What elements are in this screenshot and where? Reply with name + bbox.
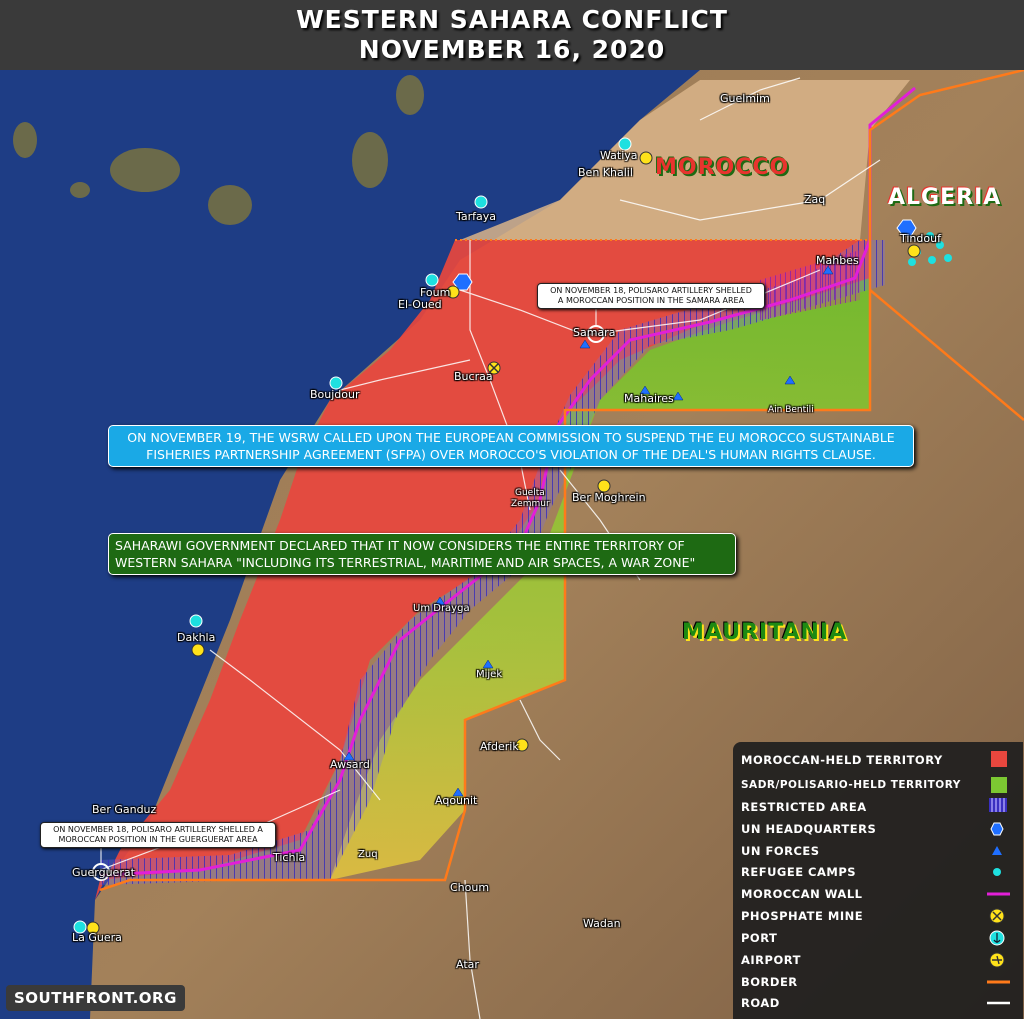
un-forces-icon xyxy=(992,846,1002,855)
callout-text: ON NOVEMBER 18, POLISARO ARTILLERY SHELL… xyxy=(550,286,752,295)
place-label: Guelmim xyxy=(720,92,770,105)
island xyxy=(110,148,180,192)
airport-icon xyxy=(989,952,1005,968)
map-date: NOVEMBER 16, 2020 xyxy=(358,35,666,64)
place-label: Bucraa xyxy=(454,370,493,383)
legend-item-un-hq: UN HEADQUARTERS xyxy=(741,819,1019,839)
border-line-icon xyxy=(987,980,1010,984)
legend-label: MOROCCAN WALL xyxy=(741,887,863,901)
banner-text: ON NOVEMBER 19, THE WSRW CALLED UPON THE… xyxy=(127,430,895,445)
legend-label: AIRPORT xyxy=(741,953,801,967)
map-header: WESTERN SAHARA CONFLICT NOVEMBER 16, 202… xyxy=(0,0,1024,70)
place-label: Tindouf xyxy=(900,232,941,245)
place-label: Tarfaya xyxy=(456,210,497,223)
island xyxy=(208,185,252,225)
island xyxy=(13,122,37,158)
map-title: WESTERN SAHARA CONFLICT xyxy=(296,5,728,34)
legend-item-un-forces: UN FORCES xyxy=(741,841,1019,861)
moroccan-wall-line-icon xyxy=(987,892,1010,896)
place-label: Samara xyxy=(573,326,616,339)
legend-item-road: ROAD xyxy=(741,993,1019,1013)
moroccan-held-swatch-icon xyxy=(991,751,1007,767)
legend-item-border: BORDER xyxy=(741,972,1019,992)
island xyxy=(70,182,90,198)
callout-guerguerat: ON NOVEMBER 18, POLISARO ARTILLERY SHELL… xyxy=(40,822,276,848)
callout-samara: ON NOVEMBER 18, POLISARO ARTILLERY SHELL… xyxy=(537,283,765,309)
place-label: Aqounit xyxy=(435,794,478,807)
legend-label: MOROCCAN-HELD TERRITORY xyxy=(741,753,943,767)
place-label: Choum xyxy=(450,881,490,894)
place-label: Guelta xyxy=(515,488,545,498)
island xyxy=(396,75,424,115)
place-label: Ber Moghrein xyxy=(572,491,646,504)
legend-label: PORT xyxy=(741,931,778,945)
place-label: Guerguerat xyxy=(72,866,135,879)
place-label: La Guera xyxy=(72,931,122,944)
place-label: Wadan xyxy=(583,917,621,930)
callout-text: ON NOVEMBER 18, POLISARO ARTILLERY SHELL… xyxy=(53,825,263,834)
place-label: Zaq xyxy=(804,193,826,206)
place-label: Boujdour xyxy=(310,388,360,401)
restricted-area-swatch-icon xyxy=(989,798,1007,812)
legend-label: UN FORCES xyxy=(741,844,820,858)
banner-text: WESTERN SAHARA "INCLUDING ITS TERRESTRIA… xyxy=(115,555,696,570)
place-label: Afderik xyxy=(480,740,519,753)
place-label: El-Oued xyxy=(398,298,442,311)
callout-text: MOROCCAN POSITION IN THE GUERGUERAT AREA xyxy=(58,835,258,844)
sadr-held-swatch-icon xyxy=(991,777,1007,793)
place-label: Awsard xyxy=(330,758,370,771)
banner-wsrw: ON NOVEMBER 19, THE WSRW CALLED UPON THE… xyxy=(108,425,914,467)
legend-item-port: PORT xyxy=(741,928,1019,948)
legend-item-moroccan-held: MOROCCAN-HELD TERRITORY xyxy=(741,750,1019,770)
place-label: Ben Khalil xyxy=(578,166,633,179)
place-label: Ain Bentili xyxy=(768,405,814,415)
country-label-morocco: MOROCCO xyxy=(655,155,790,180)
southfront-logo[interactable]: SOUTHFRONT.ORG xyxy=(6,985,185,1011)
legend-item-phosphate: PHOSPHATE MINE xyxy=(741,906,1019,926)
legend-label: UN HEADQUARTERS xyxy=(741,822,877,836)
legend-label: ROAD xyxy=(741,996,780,1010)
place-label: Watiya xyxy=(600,149,638,162)
place-label: Atar xyxy=(456,958,479,971)
legend-label: BORDER xyxy=(741,975,798,989)
place-label: Dakhla xyxy=(177,631,216,644)
legend-label: RESTRICTED AREA xyxy=(741,800,867,814)
legend-item-wall: MOROCCAN WALL xyxy=(741,884,1019,904)
legend-label: REFUGEE CAMPS xyxy=(741,865,857,879)
legend-label: PHOSPHATE MINE xyxy=(741,909,864,923)
legend-label: SADR/POLISARIO-HELD TERRITORY xyxy=(741,779,961,791)
place-label: Um Drayga xyxy=(413,603,470,614)
banner-text: FISHERIES PARTNERSHIP AGREEMENT (SFPA) O… xyxy=(146,447,876,462)
banner-saharawi: SAHARAWI GOVERNMENT DECLARED THAT IT NOW… xyxy=(108,533,736,575)
port-icon xyxy=(989,930,1005,946)
phosphate-mine-icon xyxy=(989,908,1005,924)
country-label-algeria: ALGERIA xyxy=(888,185,1002,210)
banner-text: SAHARAWI GOVERNMENT DECLARED THAT IT NOW… xyxy=(115,538,685,553)
un-headquarters-icon xyxy=(990,822,1004,836)
legend-item-sadr-held: SADR/POLISARIO-HELD TERRITORY xyxy=(741,776,1019,796)
place-label: Mahbes xyxy=(816,254,859,267)
map-legend: MOROCCAN-HELD TERRITORY SADR/POLISARIO-H… xyxy=(733,742,1023,1019)
place-label: Zuq xyxy=(358,849,378,860)
island xyxy=(352,132,388,188)
place-label: Mijek xyxy=(476,669,503,680)
place-label: Ber Ganduz xyxy=(92,803,157,816)
legend-item-restricted: RESTRICTED AREA xyxy=(741,797,1019,817)
legend-item-refugee: REFUGEE CAMPS xyxy=(741,862,1019,882)
place-label: Tichla xyxy=(273,851,306,864)
country-label-mauritania: MAURITANIA xyxy=(682,620,848,645)
road-line-icon xyxy=(987,1001,1010,1005)
legend-item-airport: AIRPORT xyxy=(741,950,1019,970)
callout-text: A MOROCCAN POSITION IN THE SAMARA AREA xyxy=(557,296,745,305)
place-label: Mahaires xyxy=(624,392,674,405)
place-label: Zemmur xyxy=(511,499,550,509)
refugee-camp-icon xyxy=(993,868,1001,876)
